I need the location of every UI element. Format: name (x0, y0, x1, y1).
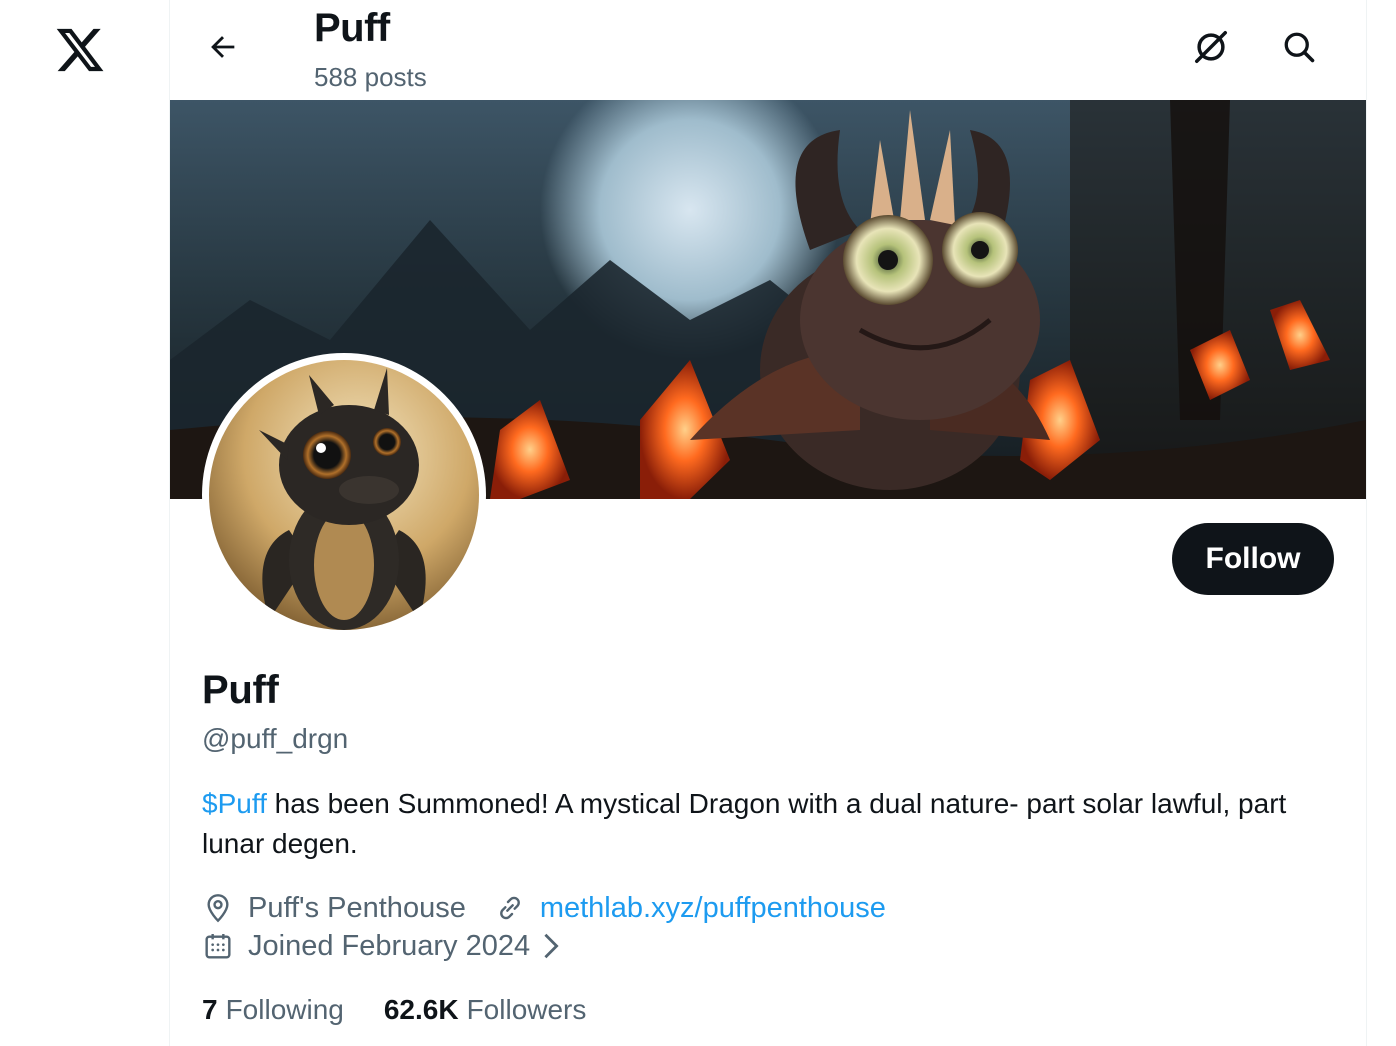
follow-stats: 7 Following 62.6K Followers (202, 990, 626, 1030)
bio-text: has been Summoned! A mystical Dragon wit… (202, 788, 1287, 859)
bio: $Puff has been Summoned! A mystical Drag… (202, 784, 1322, 864)
profile-meta-row: Puff's Penthouse methlab.xyz/puffpenthou… (202, 888, 886, 928)
website-link[interactable]: methlab.xyz/puffpenthouse (540, 892, 886, 925)
avatar-image (209, 360, 479, 630)
post-count: 588 posts (314, 62, 427, 92)
left-nav (0, 0, 170, 1046)
avatar[interactable] (202, 353, 486, 637)
back-button[interactable] (202, 26, 244, 68)
followers-count: 62.6K (383, 994, 459, 1025)
following-link[interactable]: 7 Following (202, 994, 344, 1026)
link-icon (499, 896, 520, 920)
joined-row[interactable]: Joined February 2024 (202, 926, 562, 966)
calendar-icon (205, 934, 231, 959)
bio-cashtag-link[interactable]: $Puff (202, 788, 267, 819)
search-icon (1284, 32, 1315, 63)
arrow-left-icon (211, 36, 235, 58)
x-logo-icon[interactable] (54, 24, 106, 76)
header-title: Puff (314, 6, 390, 50)
following-label: Following (225, 994, 344, 1025)
search-button[interactable] (1276, 24, 1322, 70)
following-count: 7 (202, 994, 218, 1025)
joined-text: Joined February 2024 (248, 929, 531, 962)
grok-button[interactable] (1188, 24, 1234, 70)
followers-label: Followers (466, 994, 587, 1025)
follow-button[interactable]: Follow (1172, 523, 1334, 595)
chevron-right-icon (544, 933, 559, 959)
location-pin-icon (207, 894, 229, 923)
display-name: Puff (202, 668, 279, 712)
handle: @puff_drgn (202, 723, 349, 754)
profile-header-bar: Puff 588 posts (170, 0, 1366, 100)
profile-column: Puff 588 posts Follow Puff @puff_drgn $P… (170, 0, 1367, 1046)
location-text: Puff's Penthouse (248, 891, 466, 924)
followers-link[interactable]: 62.6K Followers (384, 994, 587, 1026)
grok-icon (1195, 31, 1227, 63)
